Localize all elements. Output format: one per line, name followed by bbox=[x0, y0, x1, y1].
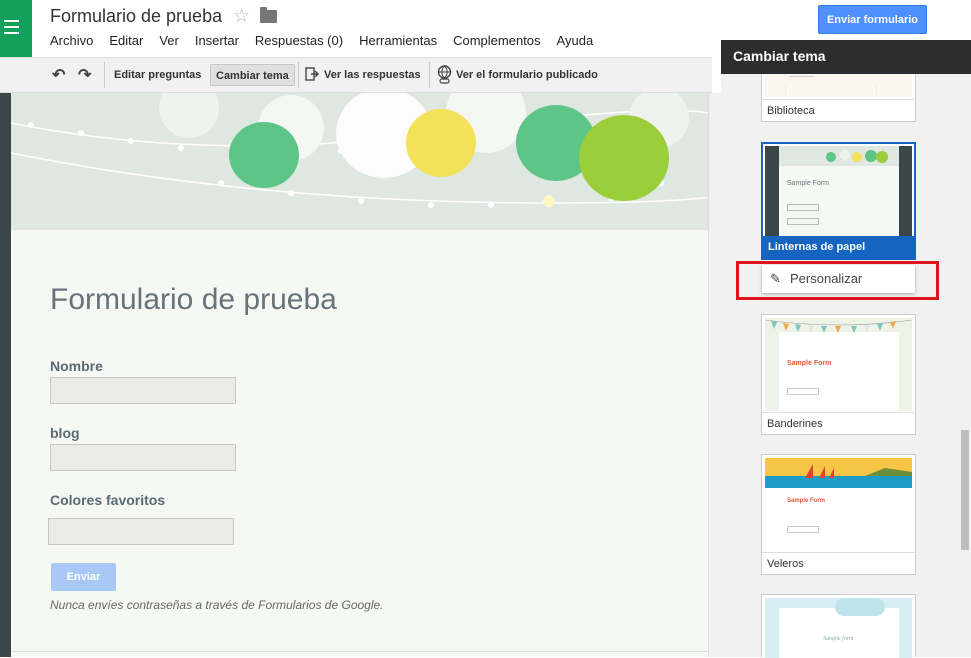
main-menu-button[interactable] bbox=[0, 0, 32, 57]
folder-icon[interactable] bbox=[260, 7, 277, 23]
hamburger-icon bbox=[4, 20, 19, 22]
sample-field bbox=[787, 526, 819, 533]
redo-icon[interactable]: ↷ bbox=[78, 65, 91, 85]
document-title[interactable]: Formulario de prueba bbox=[50, 6, 222, 27]
lanterns-illustration bbox=[11, 93, 708, 230]
bunting-mini-icon bbox=[765, 319, 912, 333]
form-title: Formulario de prueba bbox=[50, 283, 337, 316]
theme-name: Veleros bbox=[762, 552, 915, 574]
lanterns-mini-icon bbox=[826, 150, 888, 163]
theme-card-linternas[interactable]: Sample Form Linternas de papel bbox=[761, 142, 916, 260]
star-icon[interactable]: ☆ bbox=[233, 5, 250, 28]
menu-bar: Archivo Editar Ver Insertar Respuestas (… bbox=[50, 33, 609, 48]
edit-questions-button[interactable]: Editar preguntas bbox=[109, 64, 206, 86]
hamburger-icon-line bbox=[4, 32, 19, 34]
name-input[interactable] bbox=[50, 377, 236, 404]
blog-input[interactable] bbox=[50, 444, 236, 471]
password-disclaimer: Nunca envíes contraseñas a través de For… bbox=[50, 598, 384, 612]
submit-button[interactable]: Enviar bbox=[51, 563, 116, 591]
paper-lanterns-banner bbox=[11, 93, 708, 230]
sample-banner bbox=[779, 146, 899, 166]
sample-field bbox=[787, 204, 819, 211]
theme-name: Biblioteca bbox=[762, 99, 915, 121]
sample-field: ────── bbox=[789, 74, 815, 80]
toolbar-divider bbox=[104, 62, 105, 88]
theme-card-veleros[interactable]: Sample Form Veleros bbox=[761, 454, 916, 575]
theme-card-biblioteca[interactable]: ────── Biblioteca bbox=[761, 74, 916, 122]
sample-form-title: Sample Form bbox=[787, 498, 826, 504]
question-label: Nombre bbox=[50, 358, 103, 374]
left-edge bbox=[0, 93, 11, 657]
menu-herramientas[interactable]: Herramientas bbox=[359, 33, 437, 48]
theme-card-banderines[interactable]: Sample Form Banderines bbox=[761, 314, 916, 435]
sample-form-title: Sample form bbox=[823, 636, 854, 642]
export-icon bbox=[305, 67, 319, 81]
view-published-button[interactable]: Ver el formulario publicado bbox=[451, 64, 603, 86]
theme-thumbnail: Sample Form bbox=[765, 146, 912, 238]
sample-lines bbox=[785, 84, 877, 97]
menu-archivo[interactable]: Archivo bbox=[50, 33, 93, 48]
sample-form-title: Sample Form bbox=[787, 360, 832, 367]
globe-link-icon bbox=[437, 65, 452, 84]
toolbar-divider bbox=[298, 62, 299, 88]
sample-sheet bbox=[779, 332, 899, 411]
theme-panel-header: Cambiar tema bbox=[721, 40, 971, 74]
question-label: blog bbox=[50, 425, 80, 441]
menu-complementos[interactable]: Complementos bbox=[453, 33, 540, 48]
undo-icon[interactable]: ↶ bbox=[52, 65, 65, 85]
theme-thumbnail: Sample form bbox=[765, 598, 912, 658]
sample-field bbox=[787, 388, 819, 395]
sample-field bbox=[787, 218, 819, 225]
menu-ver[interactable]: Ver bbox=[159, 33, 179, 48]
favorite-colors-input[interactable] bbox=[48, 518, 234, 545]
theme-name: Linternas de papel bbox=[763, 236, 914, 258]
panel-title: Cambiar tema bbox=[733, 48, 826, 64]
divider bbox=[11, 651, 708, 652]
menu-ayuda[interactable]: Ayuda bbox=[557, 33, 594, 48]
panel-scrollbar[interactable] bbox=[961, 430, 969, 550]
theme-name: Banderines bbox=[762, 412, 915, 434]
toolbar-divider bbox=[429, 62, 430, 88]
send-form-button[interactable]: Enviar formulario bbox=[818, 5, 927, 34]
theme-card-5[interactable]: Sample form bbox=[761, 594, 916, 658]
sailboats-mini-icon bbox=[765, 458, 912, 488]
menu-insertar[interactable]: Insertar bbox=[195, 33, 239, 48]
change-theme-button[interactable]: Cambiar tema bbox=[210, 64, 295, 86]
menu-respuestas[interactable]: Respuestas (0) bbox=[255, 33, 343, 48]
hamburger-icon-line bbox=[4, 26, 19, 28]
menu-editar[interactable]: Editar bbox=[109, 33, 143, 48]
theme-thumbnail: ────── bbox=[765, 74, 912, 97]
sample-form-title: Sample Form bbox=[787, 180, 830, 187]
theme-thumbnail: Sample Form bbox=[765, 458, 912, 551]
question-label: Colores favoritos bbox=[50, 492, 166, 508]
view-responses-button[interactable]: Ver las respuestas bbox=[319, 64, 426, 86]
highlight-annotation bbox=[736, 261, 939, 300]
form-scrollbar[interactable] bbox=[708, 93, 721, 657]
sample-banner bbox=[835, 598, 885, 616]
theme-thumbnail: Sample Form bbox=[765, 318, 912, 411]
sample-sheet bbox=[779, 608, 899, 658]
toolbar: ↶ ↷ Editar preguntas Cambiar tema Ver la… bbox=[0, 57, 712, 93]
